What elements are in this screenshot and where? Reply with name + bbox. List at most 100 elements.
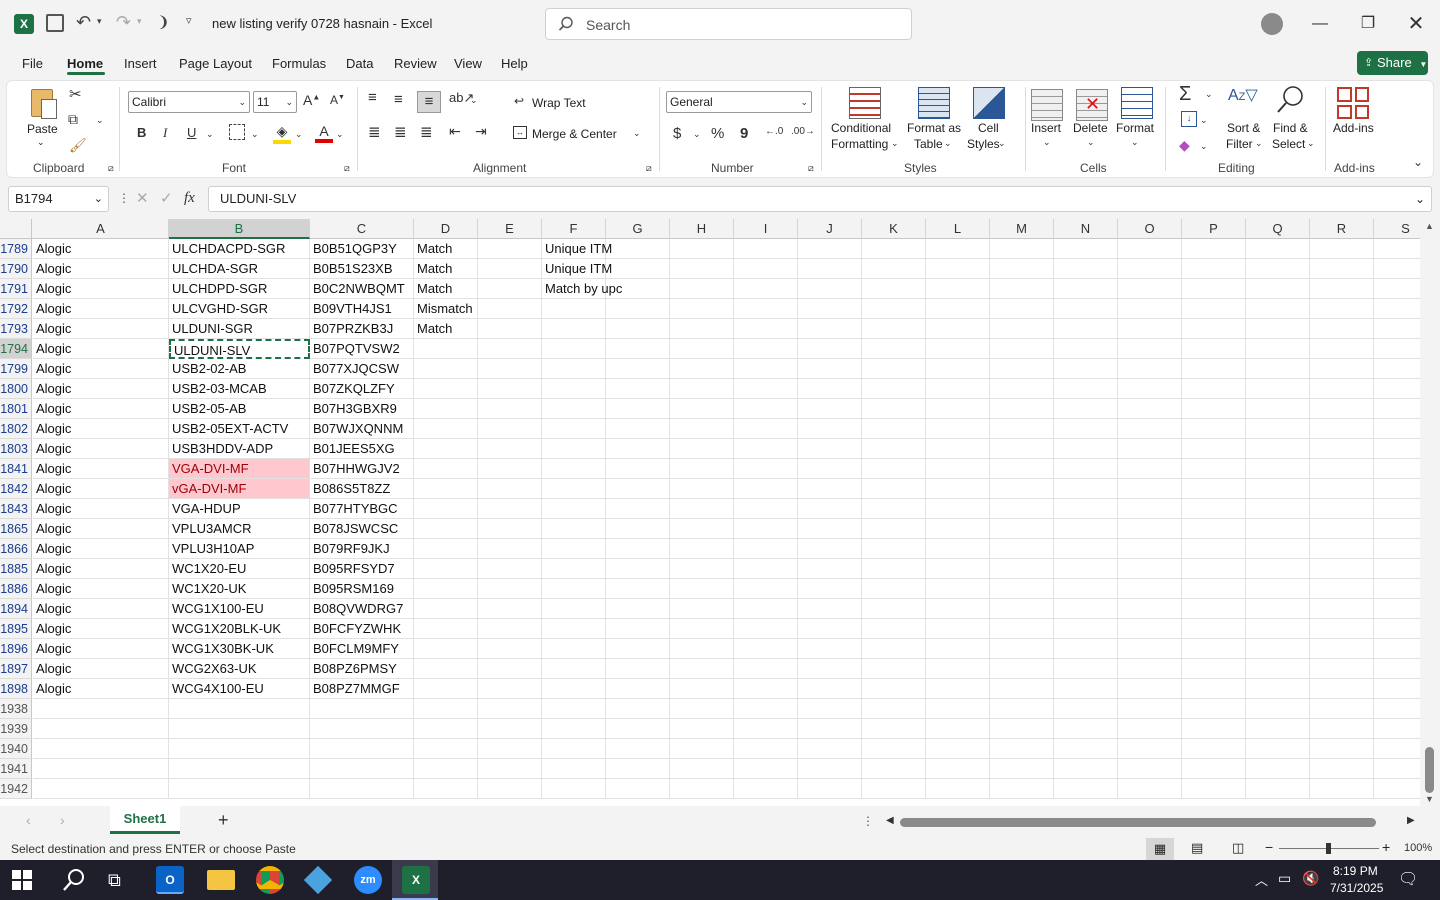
format-as-table-label-2[interactable]: Table: [914, 137, 943, 151]
cell-p[interactable]: [1182, 279, 1246, 299]
cell-q[interactable]: [1246, 379, 1310, 399]
cell-k[interactable]: [862, 639, 926, 659]
cell-q[interactable]: [1246, 759, 1310, 779]
column-header-s[interactable]: S: [1374, 219, 1420, 239]
close-button[interactable]: ✕: [1404, 12, 1428, 36]
cell-g[interactable]: [606, 679, 670, 699]
column-header-j[interactable]: J: [798, 219, 862, 239]
cell-r[interactable]: [1310, 679, 1374, 699]
cell-n[interactable]: [1054, 559, 1118, 579]
cell-s[interactable]: [1374, 699, 1420, 719]
tab-page-layout[interactable]: Page Layout: [179, 56, 252, 71]
cell-p[interactable]: [1182, 739, 1246, 759]
cell-i[interactable]: [734, 479, 798, 499]
cell-n[interactable]: [1054, 579, 1118, 599]
cell-n[interactable]: [1054, 279, 1118, 299]
cell-i[interactable]: [734, 379, 798, 399]
cell-n[interactable]: [1054, 259, 1118, 279]
cell-f[interactable]: [542, 319, 606, 339]
cell-o[interactable]: [1118, 259, 1182, 279]
cell-j[interactable]: [798, 299, 862, 319]
cell-b[interactable]: WC1X20-UK: [169, 579, 310, 599]
cell-q[interactable]: [1246, 359, 1310, 379]
cell-c[interactable]: B07ZKQLZFY: [310, 379, 414, 399]
autosum-icon[interactable]: Σ: [1179, 83, 1191, 106]
cell-c[interactable]: [310, 719, 414, 739]
cell-s[interactable]: [1374, 459, 1420, 479]
cell-g[interactable]: [606, 299, 670, 319]
cell-d[interactable]: Match: [414, 279, 478, 299]
cell-e[interactable]: [478, 539, 542, 559]
formula-input[interactable]: ULDUNI-SLV ⌄: [208, 186, 1432, 212]
cell-h[interactable]: [670, 739, 734, 759]
sort-filter-icon[interactable]: AZ▽: [1228, 85, 1258, 105]
cell-a[interactable]: Alogic: [33, 679, 169, 699]
row-header[interactable]: 1793: [0, 319, 32, 339]
cell-m[interactable]: [990, 279, 1054, 299]
cell-p[interactable]: [1182, 779, 1246, 799]
column-header-h[interactable]: H: [670, 219, 734, 239]
number-format-select[interactable]: General ⌄: [666, 91, 812, 113]
cell-q[interactable]: [1246, 399, 1310, 419]
cell-h[interactable]: [670, 699, 734, 719]
cell-b[interactable]: vGA-DVI-MF: [169, 479, 310, 499]
cell-s[interactable]: [1374, 679, 1420, 699]
cell-n[interactable]: [1054, 679, 1118, 699]
cell-f[interactable]: [542, 499, 606, 519]
row-header[interactable]: 1802: [0, 419, 32, 439]
cell-h[interactable]: [670, 379, 734, 399]
cell-f[interactable]: [542, 579, 606, 599]
cell-e[interactable]: [478, 599, 542, 619]
cell-c[interactable]: B0C2NWBQMT: [310, 279, 414, 299]
undo-dropdown-icon[interactable]: ▾: [97, 16, 102, 27]
cell-a[interactable]: Alogic: [33, 659, 169, 679]
cell-k[interactable]: [862, 239, 926, 259]
cell-a[interactable]: Alogic: [33, 499, 169, 519]
cell-q[interactable]: [1246, 599, 1310, 619]
cell-o[interactable]: [1118, 719, 1182, 739]
paste-dropdown-icon[interactable]: ⌄: [37, 137, 45, 148]
redo-dropdown-icon[interactable]: ▾: [137, 16, 142, 27]
cell-h[interactable]: [670, 239, 734, 259]
column-header-n[interactable]: N: [1054, 219, 1118, 239]
cell-q[interactable]: [1246, 419, 1310, 439]
cell-e[interactable]: [478, 759, 542, 779]
column-header-b[interactable]: B: [169, 219, 310, 239]
cell-d[interactable]: [414, 599, 478, 619]
cell-g[interactable]: [606, 719, 670, 739]
cell-q[interactable]: [1246, 319, 1310, 339]
cell-i[interactable]: [734, 579, 798, 599]
row-header[interactable]: 1897: [0, 659, 32, 679]
cell-q[interactable]: [1246, 499, 1310, 519]
cell-m[interactable]: [990, 339, 1054, 359]
save-icon[interactable]: [46, 14, 64, 32]
cell-d[interactable]: Match: [414, 319, 478, 339]
cell-m[interactable]: [990, 299, 1054, 319]
cell-i[interactable]: [734, 659, 798, 679]
cell-g[interactable]: [606, 279, 670, 299]
cell-c[interactable]: B07H3GBXR9: [310, 399, 414, 419]
cell-q[interactable]: [1246, 339, 1310, 359]
cell-i[interactable]: [734, 719, 798, 739]
cell-l[interactable]: [926, 299, 990, 319]
cell-n[interactable]: [1054, 599, 1118, 619]
cell-j[interactable]: [798, 659, 862, 679]
cell-c[interactable]: B077XJQCSW: [310, 359, 414, 379]
cell-i[interactable]: [734, 759, 798, 779]
scroll-up-icon[interactable]: ▲: [1425, 221, 1434, 231]
cell-h[interactable]: [670, 559, 734, 579]
cell-g[interactable]: [606, 359, 670, 379]
cell-l[interactable]: [926, 699, 990, 719]
comma-button[interactable]: 9: [740, 125, 748, 142]
cell-q[interactable]: [1246, 439, 1310, 459]
cell-b[interactable]: VGA-HDUP: [169, 499, 310, 519]
format-as-table-label-1[interactable]: Format as: [907, 121, 961, 135]
format-cells-icon[interactable]: [1121, 87, 1153, 119]
cell-g[interactable]: [606, 339, 670, 359]
cell-h[interactable]: [670, 539, 734, 559]
conditional-formatting-icon[interactable]: [849, 87, 881, 119]
cell-g[interactable]: [606, 499, 670, 519]
cell-s[interactable]: [1374, 379, 1420, 399]
cell-c[interactable]: [310, 739, 414, 759]
cell-i[interactable]: [734, 259, 798, 279]
